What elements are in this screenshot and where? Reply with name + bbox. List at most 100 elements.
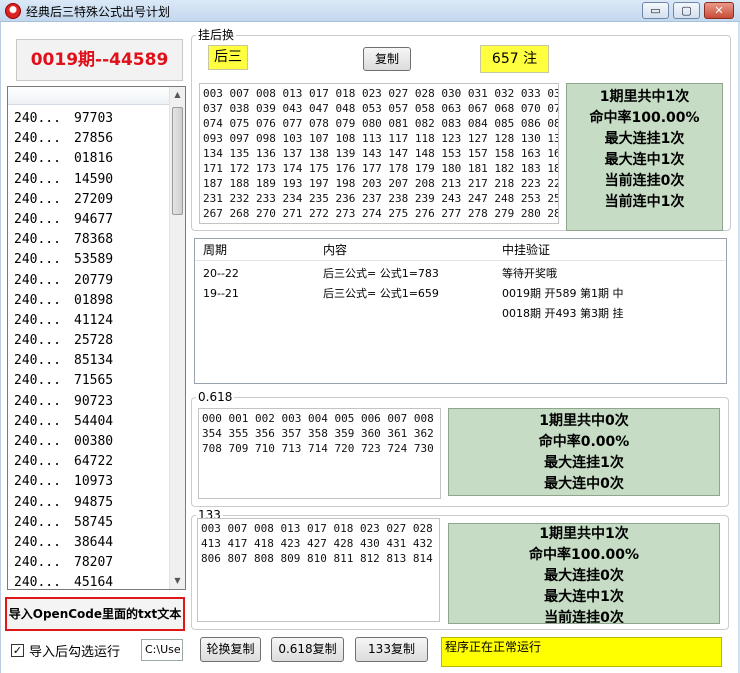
col-content-header[interactable]: 内容 (323, 239, 347, 261)
list-item[interactable]: 240... 53589 (8, 250, 169, 270)
list-item-number: 85134 (74, 353, 114, 369)
table-row[interactable]: 20--22 后三公式= 公式1=783 等待开奖哦 (195, 264, 726, 284)
number-line: 231 232 233 234 235 236 237 238 239 243 … (203, 192, 558, 205)
stats-0618-panel: 1期里共中0次 命中率0.00% 最大连挂1次 最大连中0次 (448, 408, 720, 496)
status-text: 程序正在正常运行 (441, 637, 722, 667)
history-table[interactable]: 周期 内容 中挂验证 20--22 后三公式= 公式1=783 等待开奖哦 19… (194, 238, 727, 384)
list-item[interactable]: 240... 27856 (8, 129, 169, 149)
history-scrollbar[interactable]: ▲ ▼ (169, 87, 185, 589)
list-item-number: 45164 (74, 575, 114, 590)
table-row[interactable]: 0018期 开493 第3期 挂 (195, 304, 726, 324)
number-line: 267 268 270 271 272 273 274 275 276 277 … (203, 207, 558, 220)
scroll-up-icon[interactable]: ▲ (170, 87, 185, 103)
auto-run-checkbox[interactable]: ✓ (11, 643, 24, 657)
rotate-numbers-box[interactable]: 003 007 008 013 017 018 023 027 028 030 … (199, 83, 559, 224)
number-line: 708 709 710 713 714 720 723 724 730 731 … (202, 442, 440, 455)
stat-line: 命中率0.00% (538, 434, 630, 450)
current-period-text: 0019期--44589 (30, 50, 169, 70)
row-verify: 0019期 开589 第1期 中 (502, 287, 624, 300)
list-item[interactable]: 240... 20779 (8, 271, 169, 291)
rotate-copy-button[interactable]: 轮换复制 (200, 637, 261, 662)
list-item-issue: 240... (14, 272, 61, 288)
group-0618-legend: 0.618 (196, 390, 235, 404)
list-item[interactable]: 240... 00380 (8, 432, 169, 452)
list-item-issue: 240... (14, 514, 61, 530)
row-content: 后三公式= 公式1=783 (323, 267, 439, 280)
list-item[interactable]: 240... 10973 (8, 472, 169, 492)
list-item-issue: 240... (14, 575, 61, 590)
col-period-header[interactable]: 周期 (203, 239, 227, 261)
list-item[interactable]: 240... 78207 (8, 553, 169, 573)
list-item-number: 53589 (74, 252, 114, 268)
stats-133-panel: 1期里共中1次 命中率100.00% 最大连挂0次 最大连中1次 当前连挂0次 (448, 523, 720, 624)
list-item[interactable]: 240... 01898 (8, 291, 169, 311)
list-item[interactable]: 240... 54404 (8, 412, 169, 432)
number-line: 093 097 098 103 107 108 113 117 118 123 … (203, 132, 558, 145)
list-item[interactable]: 240... 97703 (8, 109, 169, 129)
list-item[interactable]: 240... 78368 (8, 230, 169, 250)
auto-run-option[interactable]: ✓ 导入后勾选运行 (11, 640, 120, 660)
list-item[interactable]: 240... 25728 (8, 331, 169, 351)
list-item[interactable]: 240... 27209 (8, 190, 169, 210)
copy-0618-button[interactable]: 0.618复制 (271, 637, 344, 662)
stat-line: 最大连挂1次 (544, 455, 624, 471)
restore-button[interactable]: ▢ (673, 2, 700, 19)
list-item-number: 38644 (74, 534, 114, 550)
list-item-issue: 240... (14, 454, 61, 470)
scroll-down-icon[interactable]: ▼ (170, 573, 185, 589)
number-line: 171 172 173 174 175 176 177 178 179 180 … (203, 162, 558, 175)
list-item-issue: 240... (14, 292, 61, 308)
title-bar: 经典后三特殊公式出号计划 ▭ ▢ ✕ (0, 0, 740, 22)
list-item[interactable]: 240... 90723 (8, 392, 169, 412)
history-list[interactable]: 240... 97703 240... 27856 240... 01816 240... 1… (7, 86, 186, 590)
list-item[interactable]: 240... 01816 (8, 149, 169, 169)
list-item-number: 94677 (74, 211, 114, 227)
list-item[interactable]: 240... 38644 (8, 533, 169, 553)
numbers-133-box[interactable]: 003 007 008 013 017 018 023 027 028 030 … (197, 518, 440, 622)
close-button[interactable]: ✕ (704, 2, 734, 19)
stat-line: 最大连挂0次 (544, 568, 624, 584)
stat-line: 1期里共中1次 (599, 89, 690, 105)
rotate-stats-panel: 1期里共中1次 命中率100.00% 最大连挂1次 最大连中1次 当前连挂0次 当前连中1… (566, 83, 723, 231)
stat-line: 当前连挂0次 (544, 610, 624, 624)
table-row[interactable]: 19--21 后三公式= 公式1=659 0019期 开589 第1期 中 (195, 284, 726, 304)
stat-line: 最大连中1次 (604, 152, 685, 168)
copy-133-button[interactable]: 133复制 (355, 637, 428, 662)
list-item-number: 01898 (74, 292, 114, 308)
list-item-issue: 240... (14, 312, 61, 328)
list-item[interactable]: 240... 14590 (8, 170, 169, 190)
history-table-header: 周期 内容 中挂验证 (195, 239, 726, 261)
number-line: 806 807 808 809 810 811 812 813 814 815 … (201, 552, 439, 565)
number-line: 074 075 076 077 078 079 080 081 082 083 … (203, 117, 558, 130)
number-line: 000 001 002 003 004 005 006 007 008 009 … (202, 412, 440, 425)
copy-button[interactable]: 复制 (363, 47, 411, 71)
numbers-0618-box[interactable]: 000 001 002 003 004 005 006 007 008 009 … (198, 408, 441, 499)
import-txt-button[interactable]: 导入OpenCode里面的txt文本 (5, 597, 185, 631)
history-rows: 240... 97703 240... 27856 240... 01816 240... 1… (8, 109, 169, 590)
row-content: 后三公式= 公式1=659 (323, 287, 439, 300)
list-item[interactable]: 240... 71565 (8, 371, 169, 391)
list-item-number: 58745 (74, 514, 114, 530)
list-item[interactable]: 240... 64722 (8, 452, 169, 472)
minimize-button[interactable]: ▭ (642, 2, 669, 19)
col-verify-header[interactable]: 中挂验证 (502, 239, 550, 261)
list-item[interactable]: 240... 58745 (8, 513, 169, 533)
list-item[interactable]: 240... 41124 (8, 311, 169, 331)
number-line: 003 007 008 013 017 018 023 027 028 030 … (201, 522, 439, 535)
mode-field[interactable]: 后三 (208, 45, 248, 70)
path-input[interactable]: C:\Use (141, 639, 183, 661)
list-item-issue: 240... (14, 474, 61, 490)
app-logo-icon (5, 3, 21, 19)
window-title: 经典后三特殊公式出号计划 (26, 5, 171, 19)
stat-line: 命中率100.00% (528, 547, 640, 563)
list-item[interactable]: 240... 94677 (8, 210, 169, 230)
list-item-issue: 240... (14, 373, 61, 389)
list-item-number: 00380 (74, 434, 114, 449)
list-item-number: 94875 (74, 494, 114, 510)
list-item[interactable]: 240... 45164 (8, 573, 169, 590)
list-item-number: 54404 (74, 413, 114, 429)
list-item[interactable]: 240... 85134 (8, 351, 169, 371)
scroll-thumb[interactable] (172, 107, 183, 215)
row-verify: 0018期 开493 第3期 挂 (502, 307, 624, 320)
list-item[interactable]: 240... 94875 (8, 493, 169, 513)
